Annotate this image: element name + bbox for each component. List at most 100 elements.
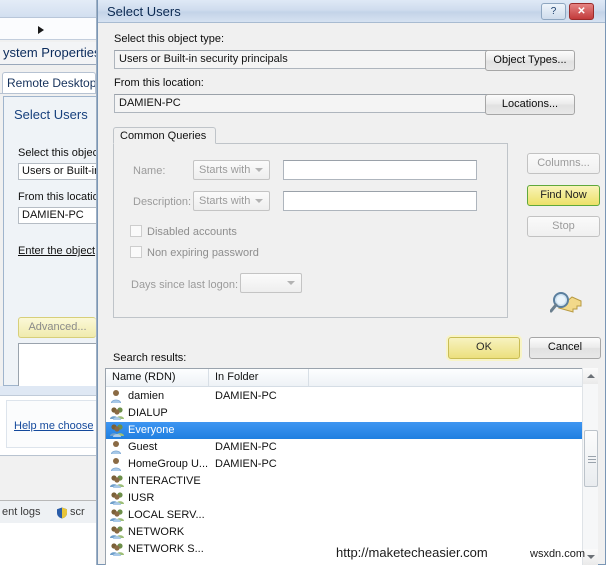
row-in-folder: DAMIEN-PC xyxy=(215,390,277,402)
search-results-list[interactable]: Name (RDN) In Folder damien DAMIEN-PC DIAL… xyxy=(105,368,597,565)
row-name: LOCAL SERV... xyxy=(128,509,205,521)
background-lower-band xyxy=(0,386,96,396)
find-now-button[interactable]: Find Now xyxy=(527,185,600,206)
background-object-type-field[interactable]: Users or Built-in xyxy=(18,163,100,180)
background-status-text-2: scr xyxy=(70,506,85,518)
row-in-folder: DAMIEN-PC xyxy=(215,441,277,453)
background-dialog-title: Select Users xyxy=(14,107,88,122)
background-window: ystem Properties Remote Desktop Select U… xyxy=(0,0,105,565)
table-row[interactable]: damien DAMIEN-PC xyxy=(106,388,596,405)
user-icon xyxy=(110,440,126,455)
stop-button[interactable]: Stop xyxy=(527,216,600,237)
screenshot-root: ystem Properties Remote Desktop Select U… xyxy=(0,0,606,565)
results-scrollbar[interactable] xyxy=(582,368,598,565)
name-operator-value: Starts with xyxy=(199,164,251,176)
user-icon xyxy=(110,389,126,404)
row-in-folder: DAMIEN-PC xyxy=(215,458,277,470)
name-input[interactable] xyxy=(283,160,477,180)
scroll-down-arrow-icon[interactable] xyxy=(583,549,598,565)
chevron-down-icon xyxy=(255,168,263,172)
locations-button[interactable]: Locations... xyxy=(485,94,575,115)
row-name: damien xyxy=(128,390,165,402)
table-row[interactable]: LOCAL SERV... xyxy=(106,507,596,524)
group-icon xyxy=(110,474,126,489)
help-me-choose-link[interactable]: Help me choose xyxy=(14,420,94,432)
description-input[interactable] xyxy=(283,191,477,211)
chevron-down-icon xyxy=(287,281,295,285)
row-name: IUSR xyxy=(128,492,155,504)
group-icon xyxy=(110,491,126,506)
dropdown-arrow-icon[interactable] xyxy=(38,26,44,34)
columns-button[interactable]: Columns... xyxy=(527,153,600,174)
user-icon xyxy=(110,457,126,472)
object-type-field[interactable]: Users or Built-in security principals xyxy=(114,50,497,69)
object-type-label: Select this object type: xyxy=(114,33,225,45)
scroll-up-arrow-icon[interactable] xyxy=(583,368,598,384)
location-field[interactable]: DAMIEN-PC xyxy=(114,94,497,113)
table-row[interactable]: DIALUP xyxy=(106,405,596,422)
background-bottom-white xyxy=(0,523,96,565)
row-name: Guest xyxy=(128,441,158,453)
group-icon xyxy=(110,406,126,421)
background-location-label: From this location xyxy=(18,191,105,203)
background-location-field[interactable]: DAMIEN-PC xyxy=(18,207,100,224)
disabled-accounts-label: Disabled accounts xyxy=(147,226,237,238)
row-name: Everyone xyxy=(128,424,175,436)
non-expiring-password-checkbox[interactable] xyxy=(130,246,142,258)
name-label: Name: xyxy=(133,165,166,177)
help-icon[interactable]: ? xyxy=(541,3,566,20)
row-name: NETWORK xyxy=(128,526,185,538)
table-row[interactable]: Everyone xyxy=(106,422,596,439)
dialog-title: Select Users xyxy=(107,4,181,19)
table-row[interactable]: Guest DAMIEN-PC xyxy=(106,439,596,456)
table-row[interactable]: IUSR xyxy=(106,490,596,507)
magnifier-key-icon xyxy=(549,288,584,318)
background-grey-panel xyxy=(0,457,96,501)
tab-common-queries[interactable]: Common Queries xyxy=(113,127,216,144)
column-header-name[interactable]: Name (RDN) xyxy=(106,369,209,386)
group-icon xyxy=(110,423,126,438)
days-since-logon-label: Days since last logon: xyxy=(131,279,238,291)
group-icon xyxy=(110,508,126,523)
scrollbar-thumb[interactable] xyxy=(584,430,598,487)
row-name: HomeGroup U... xyxy=(128,458,209,470)
column-header-in-folder[interactable]: In Folder xyxy=(209,369,309,386)
description-label: Description: xyxy=(133,196,192,208)
table-row[interactable]: HomeGroup U... DAMIEN-PC xyxy=(106,456,596,473)
list-header-row: Name (RDN) In Folder xyxy=(106,369,596,387)
description-operator-select[interactable]: Starts with xyxy=(193,191,270,211)
days-since-logon-select[interactable] xyxy=(240,273,302,293)
background-select-users-dialog: Select Users Select this objec Users or … xyxy=(3,96,105,401)
background-status-text: ent logs xyxy=(2,506,41,518)
non-expiring-password-label: Non expiring password xyxy=(147,247,259,259)
object-types-button[interactable]: Object Types... xyxy=(485,50,575,71)
disabled-accounts-checkbox[interactable] xyxy=(130,225,142,237)
location-label: From this location: xyxy=(114,77,204,89)
cancel-button[interactable]: Cancel xyxy=(529,337,601,359)
row-name: NETWORK S... xyxy=(128,543,204,555)
row-name: DIALUP xyxy=(128,407,168,419)
background-object-type-label: Select this objec xyxy=(18,147,99,159)
tab-remote-desktop[interactable]: Remote Desktop xyxy=(2,72,96,94)
system-properties-underline xyxy=(0,64,96,65)
close-icon[interactable]: ✕ xyxy=(569,3,594,20)
table-row[interactable]: NETWORK xyxy=(106,524,596,541)
column-header-extra[interactable] xyxy=(309,369,596,386)
chevron-down-icon xyxy=(255,199,263,203)
search-results-label: Search results: xyxy=(113,352,187,364)
watermark-primary: http://maketecheasier.com xyxy=(336,545,488,560)
system-properties-title: ystem Properties xyxy=(0,42,96,64)
background-enter-object-label: Enter the object xyxy=(18,245,96,257)
description-operator-value: Starts with xyxy=(199,195,251,207)
row-name: INTERACTIVE xyxy=(128,475,201,487)
background-toolbar-band xyxy=(0,0,96,18)
table-row[interactable]: INTERACTIVE xyxy=(106,473,596,490)
background-toolbar-band-2 xyxy=(0,18,96,40)
ok-button[interactable]: OK xyxy=(448,337,520,359)
shield-icon xyxy=(56,507,68,519)
dialog-title-bar[interactable]: Select Users ? ✕ xyxy=(98,0,605,23)
name-operator-select[interactable]: Starts with xyxy=(193,160,270,180)
group-icon xyxy=(110,525,126,540)
background-advanced-button[interactable]: Advanced... xyxy=(18,317,96,338)
watermark-secondary: wsxdn.com xyxy=(530,548,586,560)
